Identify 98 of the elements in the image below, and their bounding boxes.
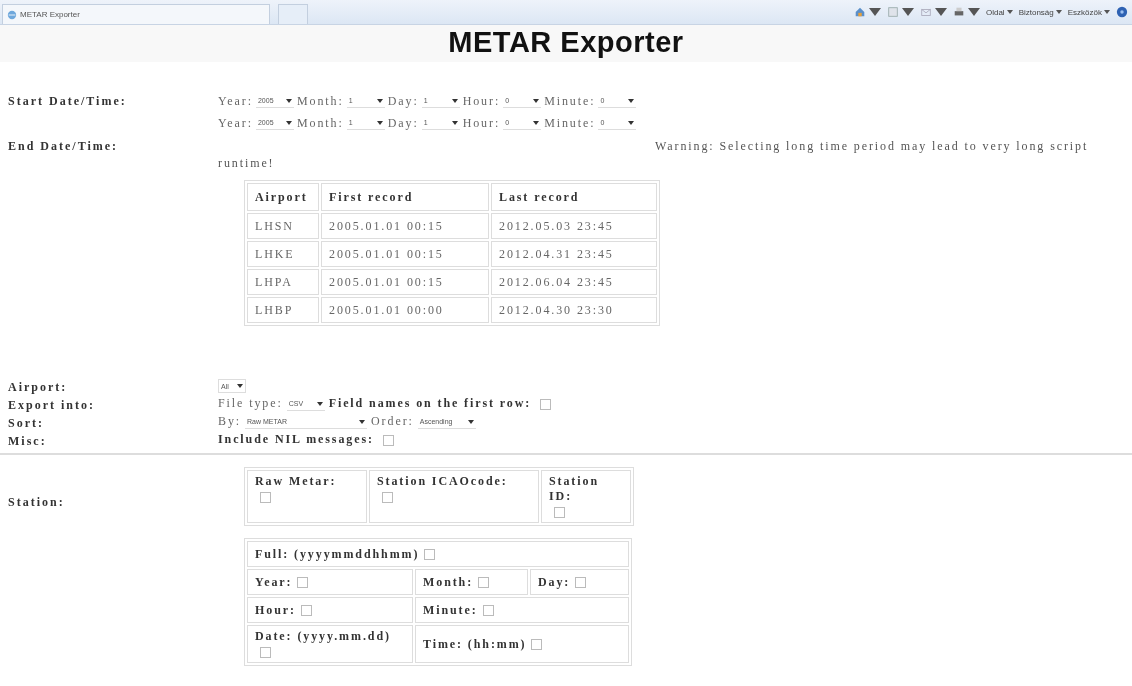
toolbar-menu[interactable]: Oldal	[985, 7, 1013, 17]
toolbar-button[interactable]	[886, 6, 914, 18]
table-cell: LHPA	[255, 274, 293, 289]
new-tab-button[interactable]	[278, 4, 308, 24]
field-label: Order:	[371, 414, 414, 428]
field-label: Include NIL messages:	[218, 432, 374, 446]
table-cell: LHKE	[255, 246, 295, 261]
form-label: Export into:	[8, 397, 95, 412]
toolbar-button[interactable]	[853, 6, 881, 18]
table-cell: 2012.04.30 23:30	[499, 302, 614, 317]
field-label: File type:	[218, 396, 283, 410]
field-label: Minute:	[544, 93, 596, 109]
table-cell: LHBP	[255, 302, 294, 317]
field-label: Day:	[538, 574, 571, 589]
caret-icon	[467, 419, 474, 424]
field-label: Hour:	[255, 602, 296, 617]
toolbar-button[interactable]	[919, 6, 947, 18]
field-label: Day:	[387, 93, 419, 109]
field-label: Station ICAOcode:	[377, 474, 508, 488]
field-label: Raw Metar:	[255, 474, 337, 488]
caret-icon	[628, 120, 635, 125]
table-cell: 2012.04.31 23:45	[499, 246, 614, 261]
caret-icon	[967, 6, 980, 18]
checkbox[interactable]	[382, 491, 393, 503]
caret-icon	[359, 419, 366, 424]
table-cell: 2005.01.01 00:15	[329, 246, 444, 261]
checkbox[interactable]	[260, 491, 271, 503]
caret-icon	[285, 98, 292, 103]
caret-icon	[628, 98, 635, 103]
page-heading: METAR Exporter	[0, 25, 1132, 62]
table-cell: 2005.01.01 00:15	[329, 218, 444, 233]
checkbox[interactable]	[300, 605, 312, 617]
caret-icon	[376, 98, 383, 103]
caret-icon	[1104, 10, 1110, 14]
print-icon	[952, 6, 965, 18]
caret-icon	[316, 401, 323, 406]
caret-icon	[237, 384, 243, 389]
field-label: Minute:	[544, 115, 596, 131]
field-label: Time: (hh:mm)	[423, 636, 527, 651]
field-label: Year:	[218, 115, 253, 131]
caret-icon	[934, 6, 947, 18]
table-cell: 2012.05.03 23:45	[499, 218, 614, 233]
field-label: Date: (yyyy.mm.dd)	[255, 629, 391, 643]
caret-icon	[901, 6, 914, 18]
checkbox[interactable]	[482, 605, 494, 617]
caret-icon	[451, 98, 458, 103]
checkbox[interactable]	[554, 506, 565, 518]
table-cell: 2005.01.01 00:15	[329, 274, 444, 289]
caret-icon	[533, 120, 540, 125]
toolbar-menu[interactable]: Eszközök	[1067, 7, 1110, 17]
toolbar-button[interactable]	[952, 6, 980, 18]
field-label: Year:	[255, 574, 293, 589]
form-label: Start Date/Time:	[8, 93, 127, 108]
caret-icon	[533, 98, 540, 103]
form-label: Sort:	[8, 415, 44, 430]
help-icon[interactable]	[1116, 6, 1128, 18]
caret-icon	[1006, 10, 1013, 14]
caret-icon	[285, 120, 292, 125]
field-label: Hour:	[462, 93, 501, 109]
checkbox[interactable]	[531, 639, 543, 651]
checkbox[interactable]	[424, 549, 436, 561]
checkbox[interactable]	[297, 577, 309, 589]
column-header: Airport	[255, 189, 308, 204]
checkbox[interactable]	[382, 434, 394, 446]
page-icon	[7, 9, 17, 20]
column-header: First record	[329, 189, 414, 204]
field-label: Field names on the first row:	[328, 396, 532, 410]
field-label: Day:	[387, 115, 419, 131]
warning-text: Warning: Selecting long time period may lead to very long script runtime!	[218, 138, 1090, 172]
caret-icon	[1055, 10, 1062, 14]
checkbox[interactable]	[540, 398, 552, 410]
field-label: Minute:	[423, 602, 478, 617]
checkbox[interactable]	[575, 577, 587, 589]
caret-icon	[376, 120, 383, 125]
table-cell: 2012.06.04 23:45	[499, 274, 614, 289]
field-label: Year:	[218, 93, 253, 109]
browser-tab[interactable]: METAR Exporter	[2, 4, 270, 24]
checkbox[interactable]	[260, 646, 271, 658]
home-icon	[853, 6, 866, 18]
field-label: Month:	[296, 93, 344, 109]
caret-icon	[451, 120, 458, 125]
toolbar-menu[interactable]: Biztonság	[1018, 7, 1062, 17]
field-label: By:	[218, 414, 242, 428]
form-label: Station:	[8, 495, 65, 509]
table-cell: LHSN	[255, 218, 294, 233]
mail-icon	[919, 6, 932, 18]
form-label: End Date/Time:	[8, 138, 119, 153]
field-label: Station ID:	[549, 474, 599, 503]
checkbox[interactable]	[478, 577, 490, 589]
form-label: Airport:	[8, 379, 68, 394]
field-label: Month:	[423, 574, 474, 589]
field-label: Hour:	[462, 115, 501, 131]
form-label: Misc:	[8, 433, 47, 448]
field-label: Full: (yyyymmddhhmm)	[255, 546, 420, 561]
table-cell: 2005.01.01 00:00	[329, 302, 444, 317]
column-header: Last record	[499, 189, 580, 204]
field-label: Month:	[296, 115, 344, 131]
caret-icon	[868, 6, 881, 18]
